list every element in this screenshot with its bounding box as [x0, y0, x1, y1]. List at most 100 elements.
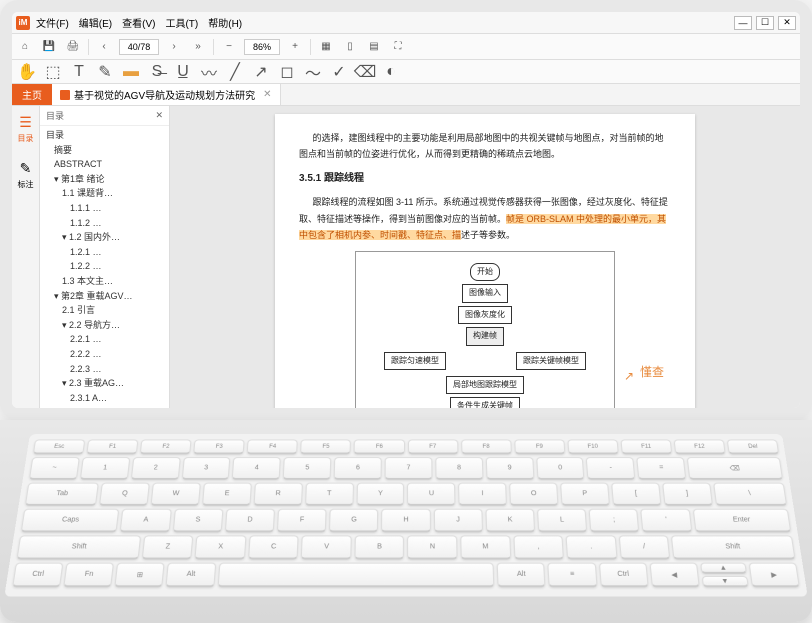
arrow-tool-icon[interactable]: ↗: [252, 63, 270, 81]
last-page-icon[interactable]: »: [189, 38, 207, 56]
keyboard-key[interactable]: H: [381, 509, 430, 533]
select-tool-icon[interactable]: ⬚: [44, 63, 62, 81]
keyboard-key[interactable]: F5: [300, 440, 351, 455]
menu-edit[interactable]: 编辑(E): [79, 15, 112, 30]
arrow-right-key[interactable]: ▶: [748, 563, 799, 588]
keyboard-key[interactable]: F8: [461, 440, 512, 455]
keyboard-key[interactable]: F3: [193, 440, 245, 455]
line-tool-icon[interactable]: ╱: [226, 63, 244, 81]
keyboard-key[interactable]: 8: [435, 457, 483, 480]
stamp-tool-icon[interactable]: ✓: [330, 63, 348, 81]
keyboard-key[interactable]: X: [195, 535, 247, 559]
pen-tool-icon[interactable]: ✎: [96, 63, 114, 81]
keyboard-key[interactable]: 1: [80, 457, 130, 480]
keyboard-key[interactable]: .: [566, 535, 618, 559]
keyboard-key[interactable]: Esc: [33, 440, 86, 455]
keyboard-key[interactable]: T: [305, 483, 354, 506]
single-page-icon[interactable]: ▯: [341, 38, 359, 56]
document-viewer[interactable]: 的选择，建图线程中的主要功能是利用局部地图中的共视关键帧与地图点，对当前帧的地图…: [170, 106, 800, 408]
text-tool-icon[interactable]: T: [70, 63, 88, 81]
keyboard-key[interactable]: ;: [589, 509, 640, 533]
outline-item[interactable]: 1.1.2 …: [40, 216, 169, 231]
zoom-input[interactable]: [244, 39, 280, 55]
save-icon[interactable]: 💾: [40, 38, 58, 56]
keyboard-key[interactable]: F9: [514, 440, 565, 455]
keyboard-key[interactable]: Caps: [21, 509, 120, 533]
next-page-icon[interactable]: ›: [165, 38, 183, 56]
keyboard-key[interactable]: Tab: [25, 483, 99, 506]
keyboard-key[interactable]: ≡: [548, 563, 597, 588]
keyboard-key[interactable]: F7: [408, 440, 459, 455]
keyboard-key[interactable]: F11: [620, 440, 672, 455]
keyboard-key[interactable]: A: [120, 509, 171, 533]
outline-item[interactable]: 1.2.1 …: [40, 245, 169, 260]
keyboard-key[interactable]: Ctrl: [598, 563, 648, 588]
outline-item[interactable]: ▾ 2.2 导航方…: [40, 318, 169, 333]
keyboard-key[interactable]: ~: [29, 457, 80, 480]
keyboard-key[interactable]: Y: [356, 483, 404, 506]
keyboard-key[interactable]: Alt: [497, 563, 546, 588]
zoom-out-icon[interactable]: −: [220, 38, 238, 56]
outline-item[interactable]: 2.2.3 …: [40, 362, 169, 377]
keyboard-key[interactable]: \: [713, 483, 787, 506]
highlight-tool-icon[interactable]: ▬: [122, 63, 140, 81]
outline-item[interactable]: 2.2.2 …: [40, 347, 169, 362]
keyboard-key[interactable]: G: [329, 509, 378, 533]
menu-file[interactable]: 文件(F): [36, 15, 69, 30]
keyboard-key[interactable]: Shift: [671, 535, 796, 559]
keyboard-key[interactable]: 5: [283, 457, 331, 480]
draw-tool-icon[interactable]: 〜: [304, 63, 322, 81]
keyboard-key[interactable]: B: [354, 535, 404, 559]
outline-item[interactable]: 1.2.2 …: [40, 259, 169, 274]
fullscreen-icon[interactable]: ⛶: [389, 38, 407, 56]
keyboard-key[interactable]: M: [460, 535, 511, 559]
outline-item[interactable]: 1.1.1 …: [40, 201, 169, 216]
keyboard-key[interactable]: W: [151, 483, 201, 506]
outline-close-icon[interactable]: ✕: [155, 110, 163, 121]
keyboard-key[interactable]: Shift: [16, 535, 141, 559]
outline-item[interactable]: 1.3 本文主…: [40, 274, 169, 289]
outline-item[interactable]: ▾ 1.2 国内外…: [40, 230, 169, 245]
window-maximize[interactable]: ☐: [756, 16, 774, 30]
keyboard-key[interactable]: Fn: [63, 563, 114, 588]
keyboard-key[interactable]: Q: [99, 483, 150, 506]
outline-item[interactable]: 目录: [40, 128, 169, 143]
keyboard-key[interactable]: 3: [181, 457, 230, 480]
menu-tools[interactable]: 工具(T): [165, 15, 198, 30]
outline-item[interactable]: 2.3.1 A…: [40, 391, 169, 406]
keyboard-key[interactable]: ⌫: [687, 457, 783, 480]
keyboard-key[interactable]: Ctrl: [12, 563, 63, 588]
keyboard-key[interactable]: F12: [674, 440, 726, 455]
keyboard-key[interactable]: F6: [354, 440, 405, 455]
window-close[interactable]: ✕: [778, 16, 796, 30]
fit-page-icon[interactable]: ▦: [317, 38, 335, 56]
keyboard-key[interactable]: F4: [247, 440, 298, 455]
keyboard-key[interactable]: O: [509, 483, 558, 506]
outline-item[interactable]: 2.2.1 …: [40, 332, 169, 347]
hand-tool-icon[interactable]: ✋: [18, 63, 36, 81]
keyboard-key[interactable]: F10: [567, 440, 619, 455]
tab-close-icon[interactable]: ✕: [263, 89, 271, 100]
page-number-input[interactable]: [119, 39, 159, 55]
keyboard-key[interactable]: 7: [385, 457, 433, 480]
outline-item[interactable]: 2.1 引言: [40, 303, 169, 318]
keyboard-key[interactable]: K: [485, 509, 535, 533]
keyboard-key[interactable]: Alt: [166, 563, 216, 588]
tab-document[interactable]: 基于视觉的AGV导航及运动规划方法研究 ✕: [52, 84, 281, 105]
keyboard-key[interactable]: F1: [86, 440, 138, 455]
keyboard-key[interactable]: ⊞: [115, 563, 165, 588]
keyboard-key[interactable]: -: [586, 457, 635, 480]
squiggly-icon[interactable]: 〰: [200, 63, 218, 81]
outline-item[interactable]: 摘要: [40, 143, 169, 158]
keyboard-key[interactable]: P: [560, 483, 610, 506]
keyboard-key[interactable]: S: [172, 509, 223, 533]
keyboard-key[interactable]: 0: [536, 457, 585, 480]
keyboard-key[interactable]: 4: [232, 457, 281, 480]
home-icon[interactable]: ⌂: [16, 38, 34, 56]
sidebar-tab-outline[interactable]: ☰ 目录: [12, 110, 39, 148]
keyboard-key[interactable]: D: [225, 509, 275, 533]
prev-page-icon[interactable]: ‹: [95, 38, 113, 56]
keyboard-key[interactable]: Enter: [692, 509, 791, 533]
keyboard-key[interactable]: N: [408, 535, 458, 559]
window-minimize[interactable]: —: [734, 16, 752, 30]
